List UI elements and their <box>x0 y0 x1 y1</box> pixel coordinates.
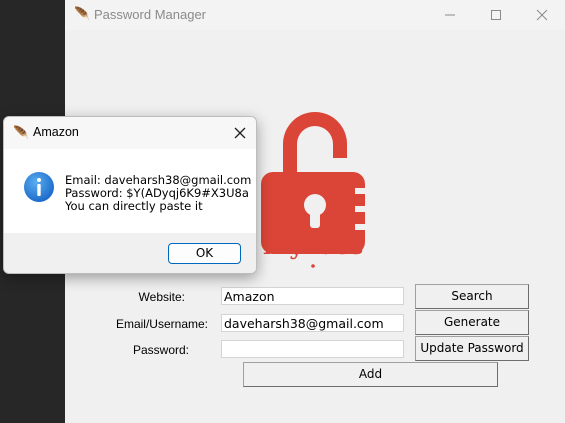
generate-password-button[interactable]: Generate Password <box>415 310 529 352</box>
dialog-titlebar: 🪶 Amazon <box>4 117 256 149</box>
dialog-footer: OK <box>4 233 256 273</box>
close-icon <box>536 9 548 21</box>
minimize-icon <box>445 14 455 16</box>
ok-button[interactable]: OK <box>168 243 241 264</box>
minimize-button[interactable] <box>427 0 473 30</box>
logo-text: MyPass <box>263 231 364 260</box>
dialog-message-password: Password: $Y(ADyqj6K9#X3U8a <box>65 186 249 200</box>
dialog-body: Email: daveharsh38@gmail.com Password: $… <box>4 149 256 233</box>
info-dialog: 🪶 Amazon Email: daveharsh38@gmail.com Pa… <box>3 116 257 274</box>
feather-icon: 🪶 <box>74 6 91 21</box>
dialog-message-email: Email: daveharsh38@gmail.com <box>65 173 252 187</box>
search-button[interactable]: Search <box>415 284 529 309</box>
close-button[interactable] <box>519 0 565 30</box>
mypass-logo: MyPass <box>261 112 371 268</box>
feather-icon: 🪶 <box>13 125 30 140</box>
maximize-button[interactable] <box>473 0 519 30</box>
add-button[interactable]: Add <box>243 362 498 387</box>
update-password-button[interactable]: Update Password <box>415 336 529 361</box>
window-titlebar: 🪶 Password Manager <box>65 0 565 30</box>
dialog-close-icon[interactable] <box>230 123 250 143</box>
email-input[interactable]: daveharsh38@gmail.com <box>221 314 404 332</box>
dialog-title: Amazon <box>33 125 79 139</box>
window-title: Password Manager <box>94 7 206 22</box>
info-icon <box>24 172 54 202</box>
email-label: Email/Username: <box>115 317 208 331</box>
website-label: Website: <box>138 290 185 304</box>
maximize-icon <box>491 10 501 20</box>
dialog-message-hint: You can directly paste it <box>65 199 203 213</box>
password-input[interactable] <box>221 340 404 358</box>
website-input[interactable]: Amazon <box>221 287 404 305</box>
password-label: Password: <box>132 343 189 357</box>
